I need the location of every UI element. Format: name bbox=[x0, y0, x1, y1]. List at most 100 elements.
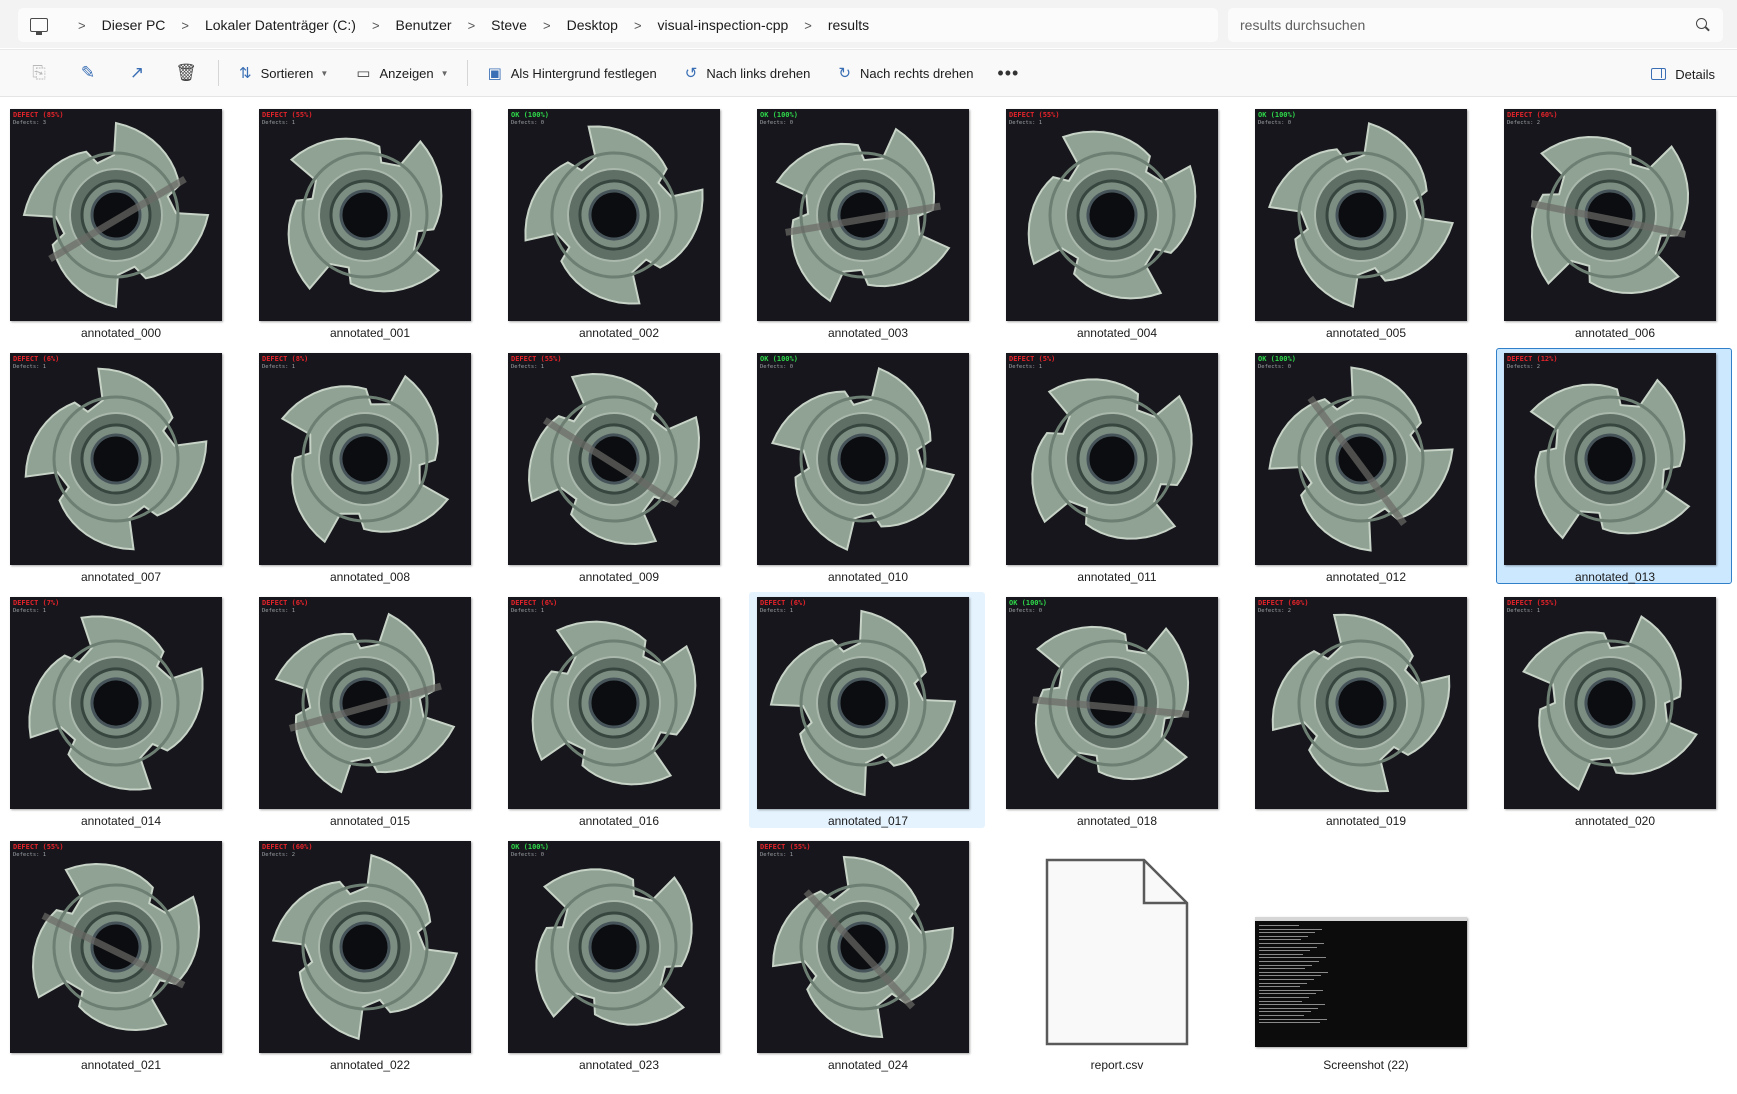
breadcrumb-item[interactable]: Benutzer bbox=[396, 17, 452, 33]
file-item-image[interactable]: DEFECT (55%) Defects: 1 annotated_020 bbox=[1496, 592, 1732, 828]
part-image bbox=[535, 868, 693, 1026]
thumbnail: DEFECT (6%) Defects: 1 bbox=[10, 353, 222, 565]
defect-count: Defects: 1 bbox=[262, 364, 296, 370]
part-image bbox=[1522, 615, 1698, 791]
part-image bbox=[1268, 366, 1454, 552]
file-item-image[interactable]: DEFECT (6%) Defects: 1 annotated_007 bbox=[2, 348, 238, 584]
inspection-status: DEFECT (8%) bbox=[262, 355, 309, 363]
file-item-image[interactable]: DEFECT (55%) Defects: 1 annotated_004 bbox=[998, 104, 1234, 340]
inspection-status: DEFECT (55%) bbox=[13, 843, 64, 851]
file-item-image[interactable]: DEFECT (6%) Defects: 1 annotated_017 bbox=[749, 592, 985, 828]
screenshot-thumbnail bbox=[1255, 917, 1467, 1047]
thumbnail: DEFECT (60%) Defects: 2 bbox=[1504, 109, 1716, 321]
defect-count: Defects: 0 bbox=[1258, 120, 1292, 126]
part-image bbox=[22, 121, 210, 309]
share-button[interactable]: ↗ bbox=[120, 56, 154, 90]
file-item-image[interactable]: OK (100%) Defects: 0 annotated_005 bbox=[1247, 104, 1483, 340]
file-item-image[interactable]: OK (100%) Defects: 0 annotated_018 bbox=[998, 592, 1234, 828]
file-item-image[interactable]: DEFECT (8%) Defects: 1 annotated_008 bbox=[251, 348, 487, 584]
rename-button[interactable]: ✎ bbox=[71, 56, 105, 90]
terminal-line bbox=[1259, 986, 1300, 988]
inspection-status: DEFECT (5%) bbox=[1009, 355, 1056, 363]
set-background-button[interactable]: ▣ Als Hintergrund festlegen bbox=[478, 56, 667, 90]
delete-button[interactable]: 🗑︎ bbox=[169, 56, 203, 90]
thumbnail: OK (100%) Defects: 0 bbox=[757, 353, 969, 565]
rotate-left-icon: ↺ bbox=[684, 65, 698, 82]
search-icon[interactable] bbox=[1696, 18, 1707, 29]
chevron-right-icon[interactable]: > bbox=[804, 18, 812, 33]
terminal-line bbox=[1259, 1015, 1304, 1016]
inspection-status: DEFECT (55%) bbox=[760, 843, 811, 851]
terminal-line bbox=[1259, 935, 1308, 937]
terminal-line bbox=[1259, 975, 1321, 977]
file-item-image[interactable]: DEFECT (60%) Defects: 2 annotated_006 bbox=[1496, 104, 1732, 340]
breadcrumb-item[interactable]: Desktop bbox=[567, 17, 618, 33]
file-name: annotated_001 bbox=[329, 326, 411, 340]
defect-count: Defects: 1 bbox=[13, 364, 47, 370]
file-item-image[interactable]: DEFECT (55%) Defects: 1 annotated_001 bbox=[251, 104, 487, 340]
command-bar: ⎘ ✎ ↗ 🗑︎ ⇅ Sortieren ▼ ▭ Anzeigen ▼ ▣ Al… bbox=[0, 49, 1737, 97]
file-item-image[interactable]: OK (100%) Defects: 0 annotated_012 bbox=[1247, 348, 1483, 584]
file-item-image[interactable]: DEFECT (60%) Defects: 2 annotated_019 bbox=[1247, 592, 1483, 828]
breadcrumb-item[interactable]: Lokaler Datenträger (C:) bbox=[205, 17, 356, 33]
file-item-image[interactable]: DEFECT (5%) Defects: 1 annotated_011 bbox=[998, 348, 1234, 584]
file-item-image[interactable]: OK (100%) Defects: 0 annotated_023 bbox=[500, 836, 736, 1072]
search-box[interactable] bbox=[1228, 8, 1723, 42]
file-item-image[interactable]: DEFECT (55%) Defects: 1 annotated_021 bbox=[2, 836, 238, 1072]
file-item-image[interactable]: DEFECT (6%) Defects: 1 annotated_016 bbox=[500, 592, 736, 828]
file-item-image[interactable]: OK (100%) Defects: 0 annotated_003 bbox=[749, 104, 985, 340]
part-image bbox=[32, 863, 200, 1031]
file-item-image[interactable]: DEFECT (85%) Defects: 3 annotated_000 bbox=[2, 104, 238, 340]
share-icon: ↗ bbox=[129, 63, 145, 82]
thumbnail: DEFECT (7%) Defects: 1 bbox=[10, 597, 222, 809]
file-item-image[interactable]: DEFECT (55%) Defects: 1 annotated_024 bbox=[749, 836, 985, 1072]
breadcrumb-item[interactable]: Steve bbox=[491, 17, 527, 33]
breadcrumb[interactable]: > Dieser PC > Lokaler Datenträger (C:) >… bbox=[18, 8, 1218, 42]
view-label: Anzeigen bbox=[379, 65, 434, 81]
chevron-right-icon[interactable]: > bbox=[543, 18, 551, 33]
file-item-image[interactable]: DEFECT (55%) Defects: 1 annotated_009 bbox=[500, 348, 736, 584]
breadcrumb-item[interactable]: visual-inspection-cpp bbox=[658, 17, 789, 33]
more-options-button[interactable]: ••• bbox=[997, 63, 1019, 84]
file-name: annotated_017 bbox=[827, 814, 909, 828]
thumbnail: DEFECT (55%) Defects: 1 bbox=[757, 841, 969, 1053]
breadcrumb-item[interactable]: Dieser PC bbox=[102, 17, 166, 33]
copy-button[interactable]: ⎘ bbox=[22, 56, 56, 90]
thumbnail: DEFECT (55%) Defects: 1 bbox=[259, 109, 471, 321]
thumbnail: DEFECT (55%) Defects: 1 bbox=[1006, 109, 1218, 321]
rotate-right-button[interactable]: ↻ Nach rechts drehen bbox=[828, 56, 983, 90]
search-input[interactable] bbox=[1240, 17, 1680, 33]
rotate-left-button[interactable]: ↺ Nach links drehen bbox=[675, 56, 821, 90]
file-name: annotated_009 bbox=[578, 570, 660, 584]
chevron-right-icon[interactable]: > bbox=[181, 18, 189, 33]
thumbnail: DEFECT (6%) Defects: 1 bbox=[259, 597, 471, 809]
chevron-right-icon[interactable]: > bbox=[78, 18, 86, 33]
view-button[interactable]: ▭ Anzeigen ▼ bbox=[346, 56, 458, 90]
inspection-status: DEFECT (6%) bbox=[511, 599, 558, 607]
defect-count: Defects: 1 bbox=[1009, 120, 1043, 126]
file-item-csv[interactable]: report.csv bbox=[998, 836, 1234, 1072]
chevron-right-icon[interactable]: > bbox=[468, 18, 476, 33]
rename-icon: ✎ bbox=[80, 63, 96, 82]
file-item-image[interactable]: DEFECT (60%) Defects: 2 annotated_022 bbox=[251, 836, 487, 1072]
details-button[interactable]: Details bbox=[1651, 57, 1715, 91]
file-item-image[interactable]: DEFECT (7%) Defects: 1 annotated_014 bbox=[2, 592, 238, 828]
computer-icon[interactable] bbox=[30, 18, 48, 35]
chevron-right-icon[interactable]: > bbox=[372, 18, 380, 33]
inspection-status: DEFECT (55%) bbox=[1009, 111, 1060, 119]
file-item-screenshot[interactable]: Screenshot (22) bbox=[1247, 836, 1483, 1072]
file-item-image[interactable]: DEFECT (6%) Defects: 1 annotated_015 bbox=[251, 592, 487, 828]
part-image bbox=[1027, 130, 1197, 300]
file-item-image[interactable]: OK (100%) Defects: 0 annotated_010 bbox=[749, 348, 985, 584]
inspection-status: DEFECT (6%) bbox=[13, 355, 60, 363]
file-item-image[interactable]: OK (100%) Defects: 0 annotated_002 bbox=[500, 104, 736, 340]
part-image bbox=[24, 367, 208, 551]
file-item-image[interactable]: DEFECT (12%) Defects: 2 annotated_013 bbox=[1496, 348, 1732, 584]
inspection-status: OK (100%) bbox=[1258, 355, 1296, 363]
chevron-right-icon[interactable]: > bbox=[634, 18, 642, 33]
breadcrumb-item-current[interactable]: results bbox=[828, 17, 869, 33]
thumbnail: OK (100%) Defects: 0 bbox=[757, 109, 969, 321]
thumbnail: DEFECT (12%) Defects: 2 bbox=[1504, 353, 1716, 565]
defect-count: Defects: 2 bbox=[1258, 608, 1292, 614]
sort-button[interactable]: ⇅ Sortieren ▼ bbox=[229, 56, 338, 90]
